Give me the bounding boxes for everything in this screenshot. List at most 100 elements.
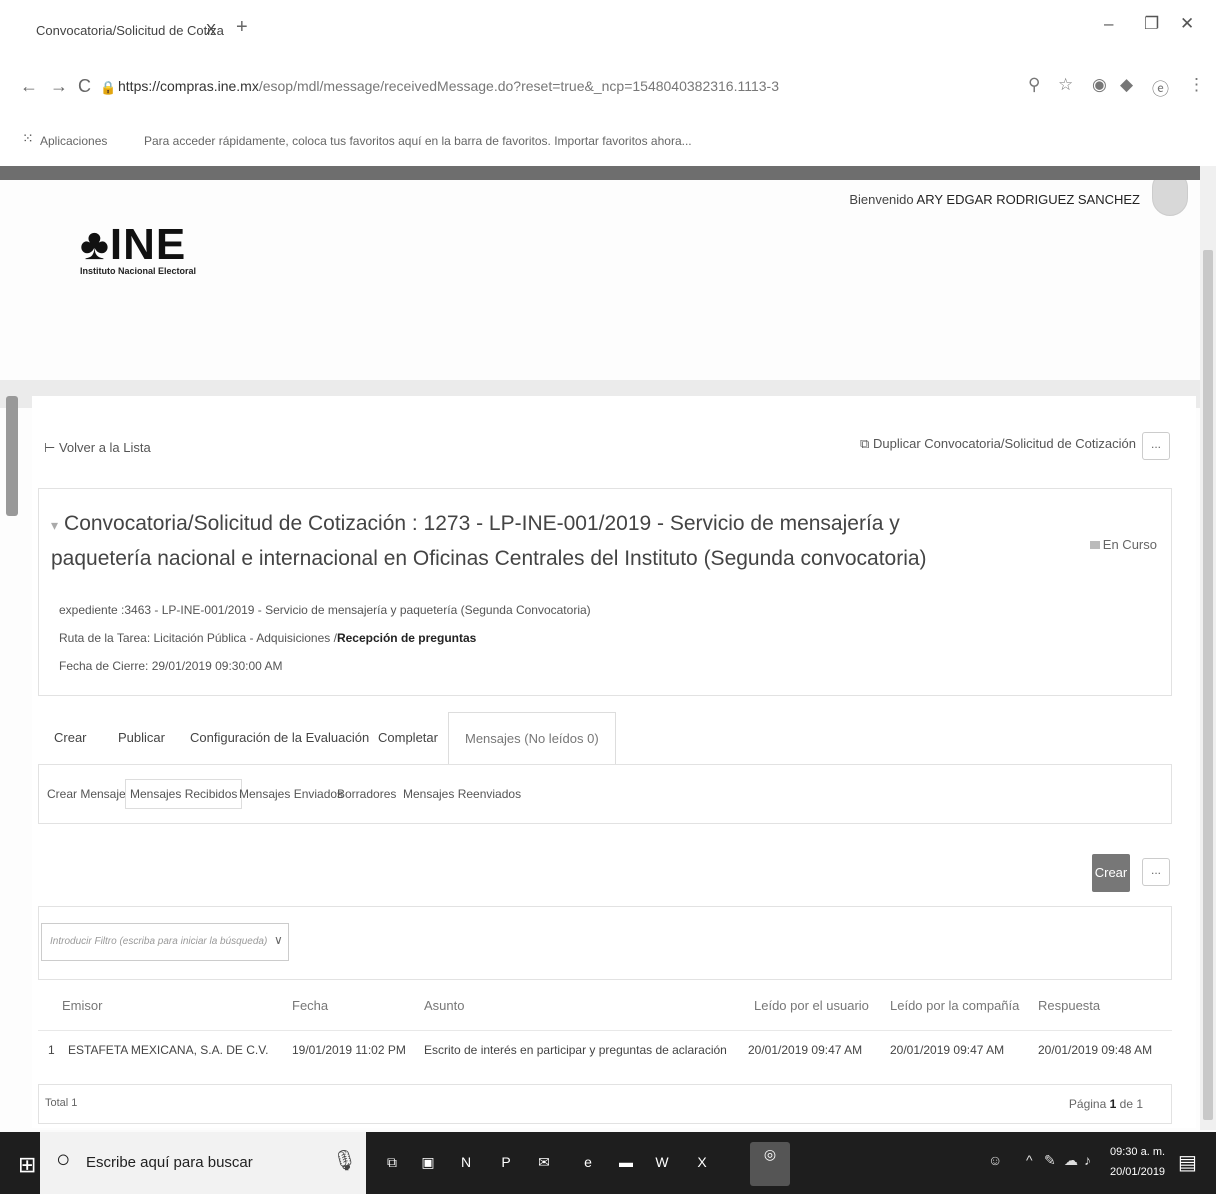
expediente-text[interactable]: expediente :3463 - LP-INE-001/2019 - Ser…: [59, 603, 591, 617]
col-emisor[interactable]: Emisor: [62, 998, 102, 1013]
taskbar-search[interactable]: ○ Escribe aquí para buscar 🎙: [40, 1132, 366, 1194]
menu-icon[interactable]: ⋮: [1188, 75, 1205, 95]
ine-logo[interactable]: ♣INE Instituto Nacional Electoral: [80, 220, 196, 276]
extension-2-icon[interactable]: ◆: [1120, 75, 1133, 95]
col-leido-compania[interactable]: Leído por la compañía: [890, 998, 1019, 1013]
ruta-current: Recepción de preguntas: [336, 631, 477, 645]
bookmarks-hint: Para acceder rápidamente, coloca tus fav…: [144, 134, 692, 148]
user-name[interactable]: ARY EDGAR RODRIGUEZ SANCHEZ: [917, 192, 1140, 207]
new-tab-button[interactable]: +: [236, 16, 248, 39]
subtab-mensajes-reenviados[interactable]: Mensajes Reenviados: [403, 787, 521, 801]
taskbar-search-placeholder: Escribe aquí para buscar: [86, 1154, 253, 1171]
microphone-icon[interactable]: 🎙: [332, 1148, 357, 1173]
apps-link[interactable]: Aplicaciones: [40, 134, 107, 148]
page-current[interactable]: 1: [1110, 1097, 1117, 1111]
col-asunto[interactable]: Asunto: [424, 998, 464, 1013]
back-arrow-icon[interactable]: ←: [20, 76, 38, 97]
page-content: Bienvenido ARY EDGAR RODRIGUEZ SANCHEZ ♣…: [0, 180, 1200, 1130]
network-icon[interactable]: ☁: [1064, 1152, 1078, 1169]
logo-subtitle: Instituto Nacional Electoral: [80, 266, 197, 276]
file-explorer-icon[interactable]: ▬: [614, 1150, 638, 1174]
subtab-crear-mensaje[interactable]: Crear Mensaje: [47, 787, 126, 801]
task-view-icon[interactable]: ⧉: [380, 1150, 404, 1174]
tab-publicar[interactable]: Publicar: [118, 730, 165, 745]
zoom-icon[interactable]: ⚲: [1028, 75, 1040, 95]
cell-leido-usuario: 20/01/2019 09:47 AM: [748, 1043, 863, 1057]
logo-text: INE: [109, 220, 187, 269]
vertical-scrollbar[interactable]: [1200, 166, 1216, 1130]
publisher-icon[interactable]: P: [494, 1150, 518, 1174]
col-respuesta[interactable]: Respuesta: [1038, 998, 1100, 1013]
minimize-icon[interactable]: –: [1104, 14, 1113, 34]
status-badge: En Curso: [1090, 537, 1157, 552]
subtab-mensajes-enviados[interactable]: Mensajes Enviados: [239, 787, 343, 801]
chrome-icon[interactable]: ◎: [750, 1142, 790, 1186]
word-icon[interactable]: W: [650, 1150, 674, 1174]
taskbar-clock[interactable]: 09:30 a. m. 20/01/2019: [1110, 1142, 1165, 1182]
cortana-circle-icon: ○: [56, 1146, 71, 1173]
logo-tree-icon: ♣: [80, 220, 110, 269]
tray-chevron-icon[interactable]: ^: [1026, 1152, 1033, 1168]
close-tab-icon[interactable]: X: [206, 21, 216, 38]
more-options-button[interactable]: ...: [1142, 432, 1170, 460]
tab-completar[interactable]: Completar: [378, 730, 438, 745]
bookmarks-bar: ⁙ Aplicaciones Para acceder rápidamente,…: [0, 114, 1216, 166]
detail-panel: ▾ Convocatoria/Solicitud de Cotización : …: [38, 488, 1172, 696]
tab-crear[interactable]: Crear: [54, 730, 87, 745]
address-bar: ← → C 🔒 https://compras.ine.mx/esop/mdl/…: [0, 62, 1216, 114]
back-list-icon: ⊢: [44, 440, 56, 455]
profile-icon[interactable]: ⓔ: [1152, 75, 1169, 100]
left-scroll-handle[interactable]: [6, 396, 18, 516]
apps-grid-icon[interactable]: ⁙: [22, 130, 34, 147]
excel-icon[interactable]: X: [690, 1150, 714, 1174]
top-divider: [0, 166, 1200, 180]
url-field[interactable]: https://compras.ine.mx/esop/mdl/message/…: [118, 78, 779, 94]
duplicate-label: Duplicar Convocatoria/Solicitud de Cotiz…: [872, 436, 1136, 451]
tab-mensajes[interactable]: Mensajes (No leídos 0): [448, 712, 616, 764]
mail-icon[interactable]: ✉: [532, 1150, 556, 1174]
fecha-cierre: Fecha de Cierre: 29/01/2019 09:30:00 AM: [59, 659, 283, 673]
subtab-mensajes-recibidos[interactable]: Mensajes Recibidos: [125, 779, 243, 809]
cell-asunto[interactable]: Escrito de interés en participar y pregu…: [424, 1043, 727, 1057]
filter-input[interactable]: Introducir Filtro (escriba para iniciar …: [41, 923, 289, 961]
pen-icon[interactable]: ✎: [1044, 1152, 1056, 1169]
edge-icon[interactable]: e: [576, 1150, 600, 1174]
cell-emisor[interactable]: ESTAFETA MEXICANA, S.A. DE C.V.: [68, 1043, 269, 1057]
filter-panel: Introducir Filtro (escriba para iniciar …: [38, 906, 1172, 980]
chevron-down-icon[interactable]: ∨: [274, 933, 283, 947]
maximize-icon[interactable]: ❐: [1144, 14, 1159, 34]
back-to-list-label: Volver a la Lista: [58, 440, 151, 455]
browser-tab[interactable]: Convocatoria/Solicitud de Cotiza X: [26, 14, 228, 48]
onenote-icon[interactable]: N: [454, 1150, 478, 1174]
lock-icon: 🔒: [100, 80, 117, 95]
col-fecha[interactable]: Fecha: [292, 998, 328, 1013]
actions-more-button[interactable]: ...: [1142, 858, 1170, 886]
table-header: Emisor Fecha Asunto Leído por el usuario…: [38, 980, 1172, 1026]
scrollbar-thumb[interactable]: [1203, 250, 1213, 1120]
volume-icon[interactable]: ♪: [1084, 1152, 1091, 1168]
star-icon[interactable]: ☆: [1058, 75, 1073, 95]
title-text: Convocatoria/Solicitud de Cotización : 1…: [51, 512, 927, 570]
avatar[interactable]: [1152, 180, 1188, 216]
filter-placeholder: Introducir Filtro (escriba para iniciar …: [50, 936, 268, 947]
tab-configuracion[interactable]: Configuración de la Evaluación: [190, 730, 369, 745]
back-to-list-link[interactable]: ⊢ Volver a la Lista: [44, 440, 151, 456]
store-icon[interactable]: ▣: [416, 1150, 440, 1174]
reload-icon[interactable]: C: [78, 76, 91, 97]
welcome-text: Bienvenido ARY EDGAR RODRIGUEZ SANCHEZ: [849, 192, 1140, 207]
forward-arrow-icon[interactable]: →: [50, 76, 68, 97]
browser-tab-title: Convocatoria/Solicitud de Cotiza: [36, 23, 224, 38]
col-leido-usuario[interactable]: Leído por el usuario: [754, 998, 869, 1013]
windows-start-icon[interactable]: ⊞: [18, 1152, 36, 1178]
subtab-borradores[interactable]: Borradores: [337, 787, 396, 801]
pagination: Página 1 de 1: [1069, 1097, 1143, 1111]
table-row[interactable]: 1 ESTAFETA MEXICANA, S.A. DE C.V. 19/01/…: [38, 1030, 1172, 1070]
notification-icon[interactable]: ▤: [1178, 1150, 1197, 1175]
people-icon[interactable]: ☺: [988, 1152, 1002, 1168]
duplicate-button[interactable]: ⧉ Duplicar Convocatoria/Solicitud de Cot…: [860, 436, 1136, 452]
page-prefix: Página: [1068, 1097, 1107, 1111]
create-message-button[interactable]: Crear: [1092, 854, 1130, 892]
close-window-icon[interactable]: ✕: [1180, 14, 1194, 34]
extension-icon[interactable]: ◉: [1092, 75, 1107, 95]
collapse-chevron-icon[interactable]: ▾: [51, 517, 58, 533]
